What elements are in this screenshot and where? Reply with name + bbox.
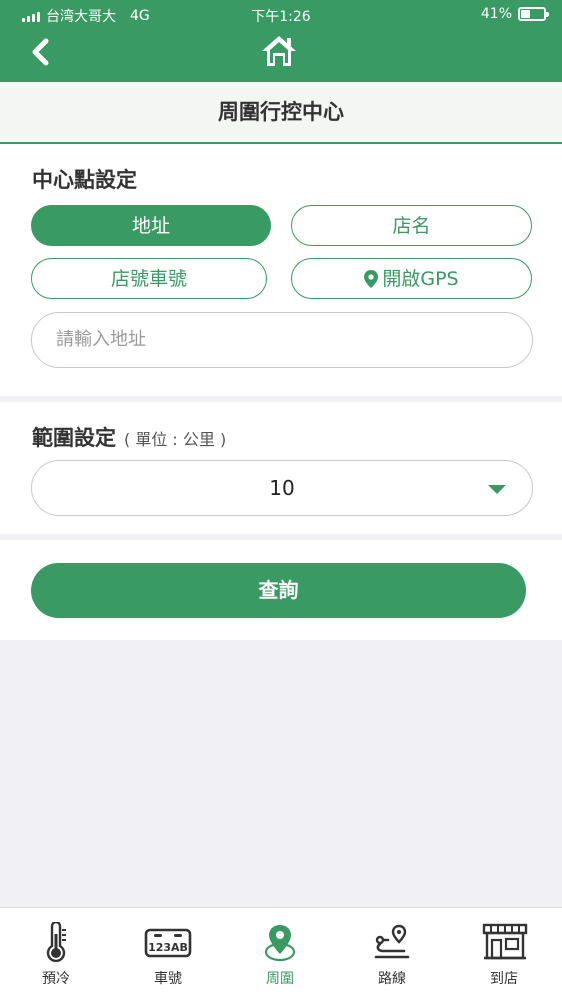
range-unit-note: ( 單位 : 公里 ) (124, 430, 227, 449)
home-indicator (0, 993, 562, 1000)
range-section: 範圍設定 ( 單位 : 公里 ) 10 (0, 402, 562, 534)
enable-gps-button[interactable]: 開啟GPS (291, 258, 532, 299)
tab-precool[interactable]: 預冷 (0, 908, 112, 1000)
option-store-name-label: 店名 (392, 214, 431, 237)
tab-label: 周圍 (266, 971, 294, 987)
back-button[interactable] (26, 36, 58, 68)
option-address-label: 地址 (131, 214, 170, 237)
store-icon (482, 923, 528, 960)
tab-label: 預冷 (42, 971, 70, 987)
option-address-button[interactable]: 地址 (31, 205, 271, 246)
battery-icon (518, 7, 549, 21)
top-bar: 台湾大哥大 4G 下午1:26 41% (0, 0, 562, 82)
address-placeholder: 請輸入地址 (56, 329, 146, 350)
option-store-name-button[interactable]: 店名 (291, 205, 532, 246)
caret-down-icon (488, 485, 506, 494)
home-button[interactable] (260, 34, 298, 68)
enable-gps-label: 開啟GPS (382, 267, 459, 290)
route-icon (374, 924, 410, 959)
range-select-value: 10 (269, 476, 295, 500)
bottom-tab-bar: 預冷 123AB 車號 周圍 路線 到店 (0, 907, 562, 1000)
tab-label: 到店 (490, 971, 518, 987)
range-select[interactable]: 10 (31, 460, 533, 516)
location-pin-icon (264, 925, 296, 962)
address-input[interactable]: 請輸入地址 (31, 312, 533, 368)
page-title: 周圍行控中心 (0, 82, 562, 144)
tab-label: 車號 (154, 971, 182, 987)
tab-route[interactable]: 路線 (336, 908, 448, 1000)
center-point-section: 中心點設定 地址 店名 店號車號 開啟GPS 請輸入地址 (0, 144, 562, 396)
range-title: 範圍設定 (32, 426, 116, 450)
section-title-center: 中心點設定 (32, 168, 137, 192)
chevron-left-icon (32, 38, 49, 66)
clock: 下午1:26 (251, 9, 311, 25)
thermometer-icon (46, 922, 66, 962)
query-button[interactable]: 查詢 (31, 563, 526, 618)
tab-to-store[interactable]: 到店 (448, 908, 560, 1000)
tab-label: 路線 (378, 971, 406, 987)
location-pin-icon (364, 269, 379, 288)
query-section: 查詢 (0, 540, 562, 640)
home-icon (262, 36, 296, 66)
plate-text: 123AB (148, 941, 188, 954)
section-title-range: 範圍設定 ( 單位 : 公里 ) (32, 422, 226, 452)
battery-percent: 41% (480, 6, 512, 22)
status-bar: 台湾大哥大 4G 下午1:26 41% (0, 0, 562, 30)
option-store-vehicle-label: 店號車號 (110, 267, 187, 290)
option-store-vehicle-button[interactable]: 店號車號 (31, 258, 267, 299)
tab-nearby[interactable]: 周圍 (224, 908, 336, 1000)
tab-vehicle[interactable]: 123AB 車號 (112, 908, 224, 1000)
license-plate-icon: 123AB (144, 928, 192, 958)
